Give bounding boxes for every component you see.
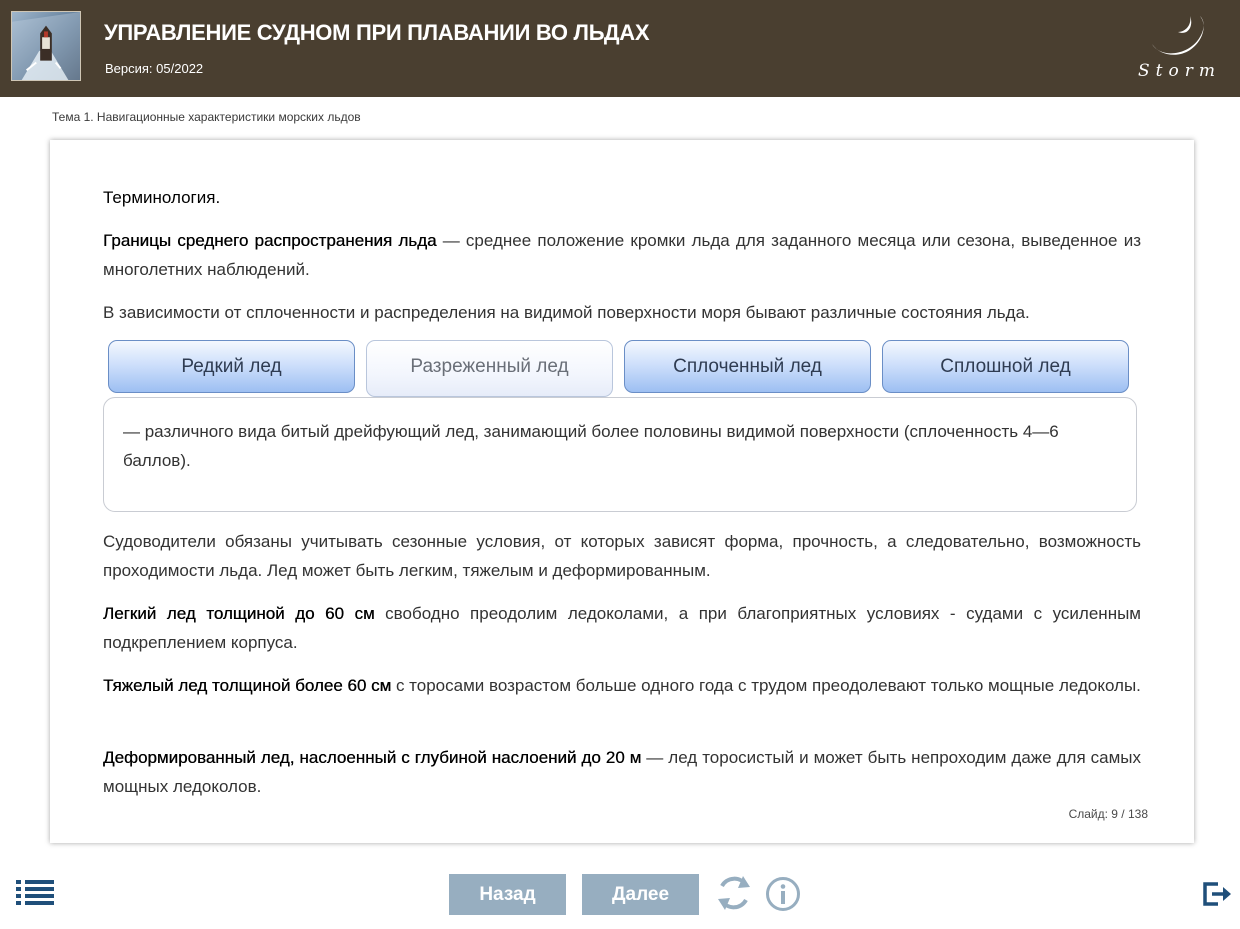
info-icon[interactable] bbox=[765, 876, 801, 912]
slide-counter: Слайд: 9 / 138 bbox=[1068, 807, 1148, 821]
slide-content: Терминология. Границы среднего распростр… bbox=[50, 140, 1194, 843]
ice-state-tabs: Редкий лед Разреженный лед Сплоченный ле… bbox=[108, 340, 1133, 397]
paragraph-light-ice: Легкий лед толщиной до 60 см свободно пр… bbox=[103, 599, 1141, 657]
term-ice-boundaries: Границы среднего распространения льда bbox=[103, 231, 437, 250]
icebreaker-thumbnail bbox=[11, 11, 81, 81]
paragraph-seasonal-conditions: Судоводители обязаны учитывать сезонные … bbox=[103, 532, 1141, 580]
tab-panel: — различного вида битый дрейфующий лед, … bbox=[103, 397, 1137, 512]
definition-heavy-ice: с торосами возрастом больше одного года … bbox=[391, 676, 1141, 695]
paragraph-ice-states: В зависимости от сплоченности и распреде… bbox=[103, 303, 1030, 322]
refresh-icon[interactable] bbox=[716, 874, 752, 912]
storm-logo: Storm bbox=[1134, 10, 1222, 82]
term-light-ice: Легкий лед толщиной до 60 см bbox=[103, 604, 375, 623]
logo-text: Storm bbox=[1138, 61, 1221, 81]
paragraph-heavy-ice: Тяжелый лед толщиной более 60 см с торос… bbox=[103, 671, 1141, 700]
app-header: УПРАВЛЕНИЕ СУДНОМ ПРИ ПЛАВАНИИ ВО ЛЬДАХ … bbox=[0, 0, 1240, 97]
exit-icon[interactable] bbox=[1202, 879, 1232, 909]
back-button[interactable]: Назад bbox=[449, 874, 566, 915]
next-button[interactable]: Далее bbox=[582, 874, 699, 915]
tab-rare-ice[interactable]: Редкий лед bbox=[108, 340, 355, 393]
list-menu-icon[interactable] bbox=[16, 880, 54, 906]
breadcrumb: Тема 1. Навигационные характеристики мор… bbox=[52, 110, 361, 124]
tab-close-ice[interactable]: Сплоченный лед bbox=[624, 340, 871, 393]
icebreaker-image bbox=[12, 12, 80, 80]
course-title: УПРАВЛЕНИЕ СУДНОМ ПРИ ПЛАВАНИИ ВО ЛЬДАХ bbox=[104, 20, 650, 45]
section-heading: Терминология. bbox=[103, 188, 221, 207]
paragraph-ice-boundaries: Границы среднего распространения льда — … bbox=[103, 226, 1141, 284]
term-deformed-ice: Деформированный лед, наслоенный с глубин… bbox=[103, 748, 642, 767]
version-label: Версия: 05/2022 bbox=[105, 61, 204, 76]
tab-sparse-ice[interactable]: Разреженный лед bbox=[366, 340, 613, 397]
term-heavy-ice: Тяжелый лед толщиной более 60 см bbox=[103, 676, 392, 695]
tab-solid-ice[interactable]: Сплошной лед bbox=[882, 340, 1129, 393]
paragraph-deformed-ice: Деформированный лед, наслоенный с глубин… bbox=[103, 743, 1141, 801]
